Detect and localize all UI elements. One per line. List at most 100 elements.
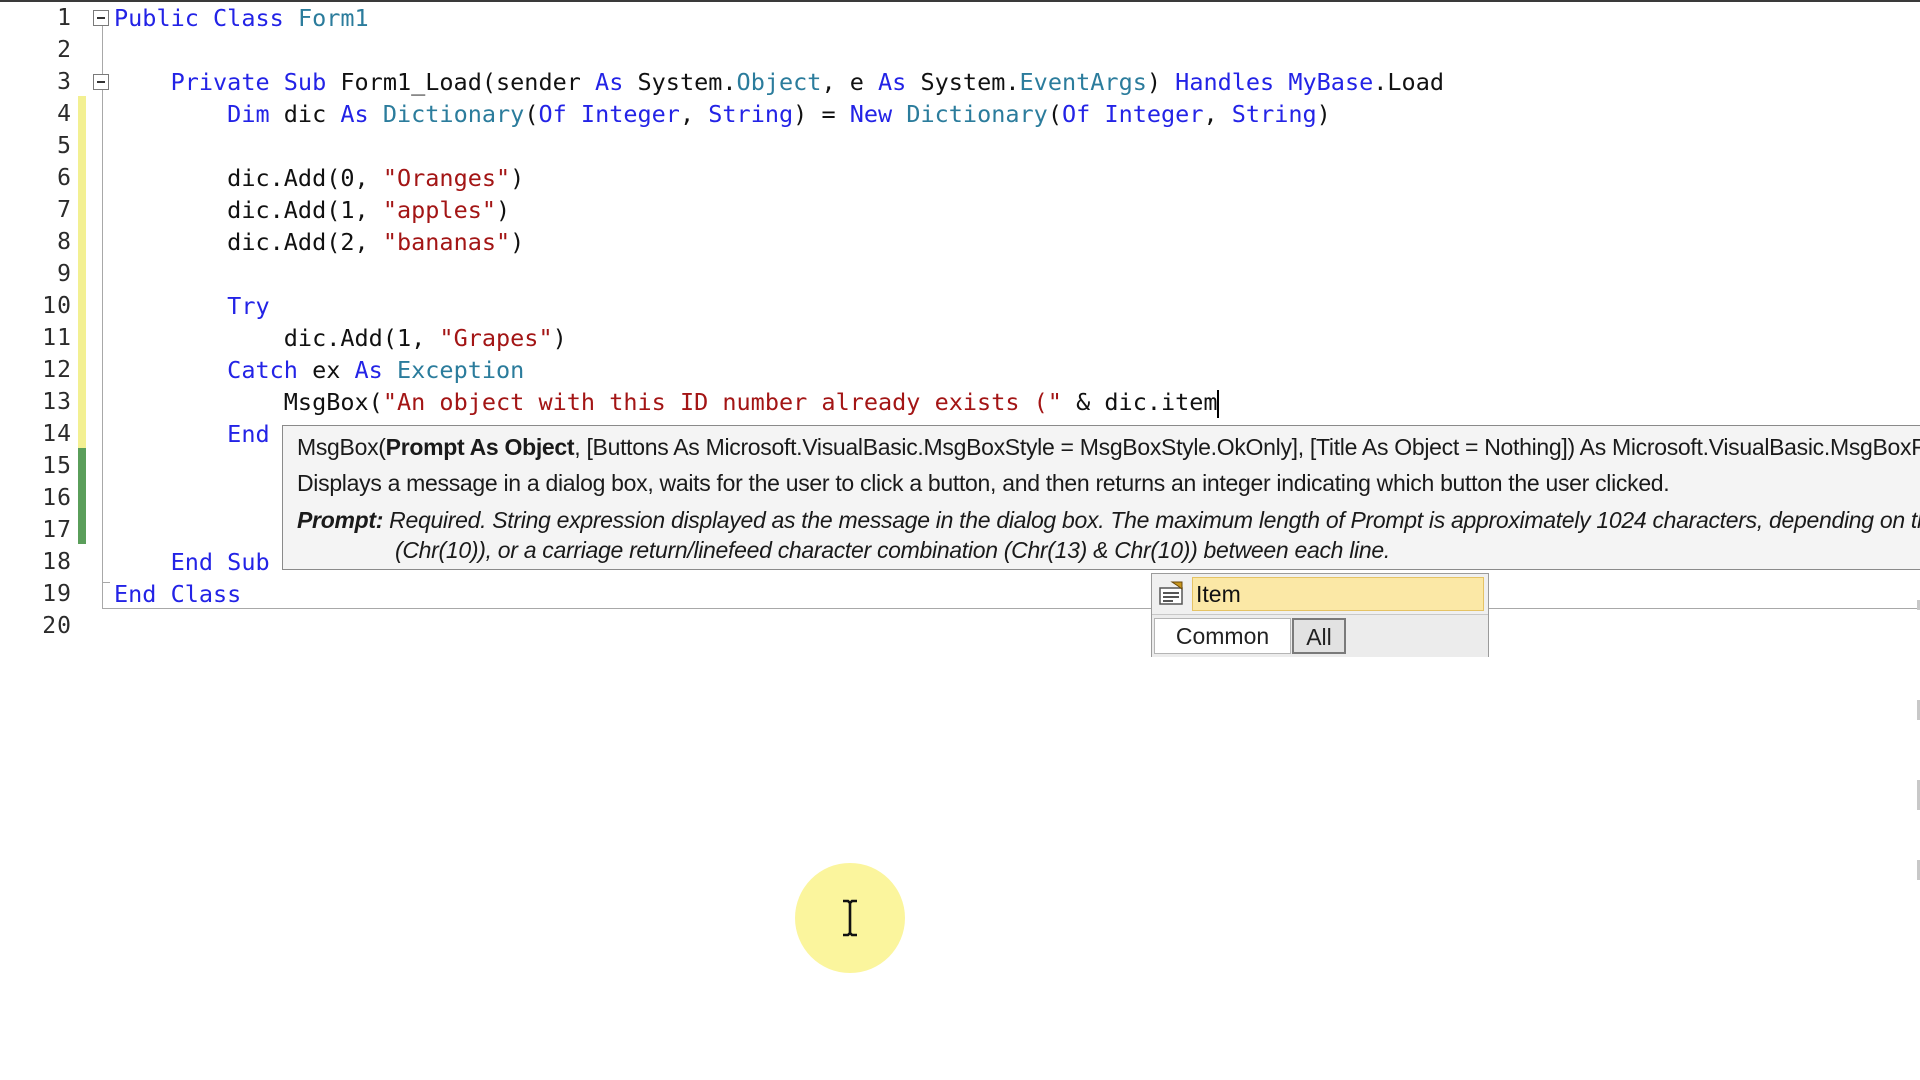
code-token: dic.Add(1, [114, 196, 383, 224]
line-number: 19 [42, 581, 72, 607]
code-token: Public Class [114, 4, 298, 32]
code-token: Dictionary [382, 100, 525, 128]
outline-end-class [102, 608, 1920, 609]
code-token: ) = [793, 100, 850, 128]
code-token: Of [538, 100, 581, 128]
code-token: & dic.item [1061, 388, 1218, 416]
code-token: Catch [114, 356, 313, 384]
code-line[interactable]: dic.Add(1, "apples") [114, 194, 510, 226]
property-icon [1159, 581, 1183, 605]
code-token: ( [524, 100, 539, 128]
text-caret [1216, 389, 1219, 418]
code-line[interactable]: Private Sub Form1_Load(sender As System.… [114, 66, 1444, 98]
code-token: System. [920, 68, 1020, 96]
code-token: , e [821, 68, 879, 96]
line-number: 1 [57, 5, 72, 31]
code-token: End [114, 420, 270, 448]
tooltip-description: Displays a message in a dialog box, wait… [297, 470, 1670, 496]
code-token: Form1 [297, 4, 369, 32]
code-token: End Sub [114, 548, 270, 576]
code-token: "bananas" [382, 228, 511, 256]
line-number: 10 [42, 293, 72, 319]
code-token: As [878, 68, 921, 96]
code-token: ) [1146, 68, 1176, 96]
line-number: 16 [42, 485, 72, 511]
tooltip-param-doc-continued: (Chr(10)), or a carriage return/linefeed… [395, 537, 1390, 563]
code-token: "Grapes" [439, 324, 553, 352]
intellisense-completion-list[interactable]: Item Common All [1151, 573, 1489, 657]
code-line[interactable]: End [114, 418, 270, 450]
line-number: 18 [42, 549, 72, 575]
outline-guide-class [102, 26, 103, 608]
code-token: dic.Add(2, [114, 228, 383, 256]
code-token: As [354, 356, 397, 384]
code-token: dic.Add(1, [114, 324, 440, 352]
code-token: Of [1061, 100, 1105, 128]
code-token: , [679, 100, 709, 128]
code-token: System. [637, 68, 737, 96]
code-token: Form1_Load(sender [340, 68, 596, 96]
code-token: ) [496, 196, 511, 224]
line-number-gutter: 1 2 3 4 5 6 7 8 9 10 11 12 13 14 15 16 17 18 19 20 [0, 0, 80, 1080]
code-token: Integer [580, 100, 680, 128]
collapse-sub-icon[interactable] [93, 74, 109, 90]
change-indicator-unsaved [78, 96, 86, 448]
code-line[interactable]: dic.Add(1, "Grapes") [114, 322, 567, 354]
code-token: Integer [1104, 100, 1204, 128]
code-token: dic.Add(0, [114, 164, 383, 192]
code-line[interactable]: MsgBox("An object with this ID number al… [114, 386, 1219, 418]
tab-common[interactable]: Common [1154, 618, 1291, 654]
line-number: 15 [42, 453, 72, 479]
line-number: 3 [57, 69, 72, 95]
collapse-class-icon[interactable] [93, 10, 109, 26]
code-token: Dictionary [906, 100, 1048, 128]
code-line[interactable]: End Class [114, 578, 241, 610]
line-number: 7 [57, 197, 72, 223]
tooltip-current-param: Prompt As Object [385, 434, 575, 460]
code-token: ) [510, 164, 525, 192]
code-token: MyBase [1288, 68, 1374, 96]
code-line[interactable]: Public Class Form1 [114, 2, 369, 34]
code-token: ) [552, 324, 567, 352]
line-number: 14 [42, 421, 72, 447]
code-token: ) [1316, 100, 1331, 128]
code-token: ) [510, 228, 525, 256]
line-number: 6 [57, 165, 72, 191]
code-line[interactable]: Try [114, 290, 270, 322]
code-line[interactable]: Dim dic As Dictionary(Of Integer, String… [114, 98, 1331, 130]
code-token: , [1203, 100, 1232, 128]
completion-item-item[interactable]: Item [1192, 577, 1484, 611]
code-line[interactable]: dic.Add(2, "bananas") [114, 226, 524, 258]
code-token: End Class [114, 580, 242, 608]
completion-filter-tabs: Common All [1152, 614, 1488, 657]
code-token: "Oranges" [382, 164, 511, 192]
code-line[interactable]: Catch ex As Exception [114, 354, 524, 386]
code-line[interactable]: dic.Add(0, "Oranges") [114, 162, 524, 194]
tab-all[interactable]: All [1292, 618, 1346, 654]
code-token: New [849, 100, 907, 128]
line-number: 20 [42, 613, 72, 639]
line-number: 13 [42, 389, 72, 415]
code-token: Private Sub [114, 68, 341, 96]
change-indicator-saved [78, 448, 86, 544]
line-number: 2 [57, 37, 72, 63]
code-editor[interactable]: 1 2 3 4 5 6 7 8 9 10 11 12 13 14 15 16 17 18 19 20 Public C… [0, 0, 1920, 1080]
code-token: As [340, 100, 383, 128]
ibeam-cursor-icon [843, 899, 857, 937]
line-number: 4 [57, 101, 72, 127]
tooltip-signature: MsgBox(Prompt As Object, [Buttons As Mic… [297, 434, 1920, 460]
code-token: Try [114, 292, 270, 320]
code-line[interactable]: End Sub [114, 546, 270, 578]
line-number: 9 [57, 261, 72, 287]
line-number: 5 [57, 133, 72, 159]
code-token: Handles [1175, 68, 1289, 96]
code-token: Dim [114, 100, 284, 128]
code-token: "apples" [382, 196, 497, 224]
line-number: 12 [42, 357, 72, 383]
code-token: MsgBox( [114, 388, 383, 416]
code-token: Exception [396, 356, 525, 384]
code-token: String [708, 100, 794, 128]
tooltip-param-doc: Prompt: Required. String expression disp… [297, 507, 1920, 533]
code-token: Object [736, 68, 822, 96]
code-token: String [1231, 100, 1317, 128]
